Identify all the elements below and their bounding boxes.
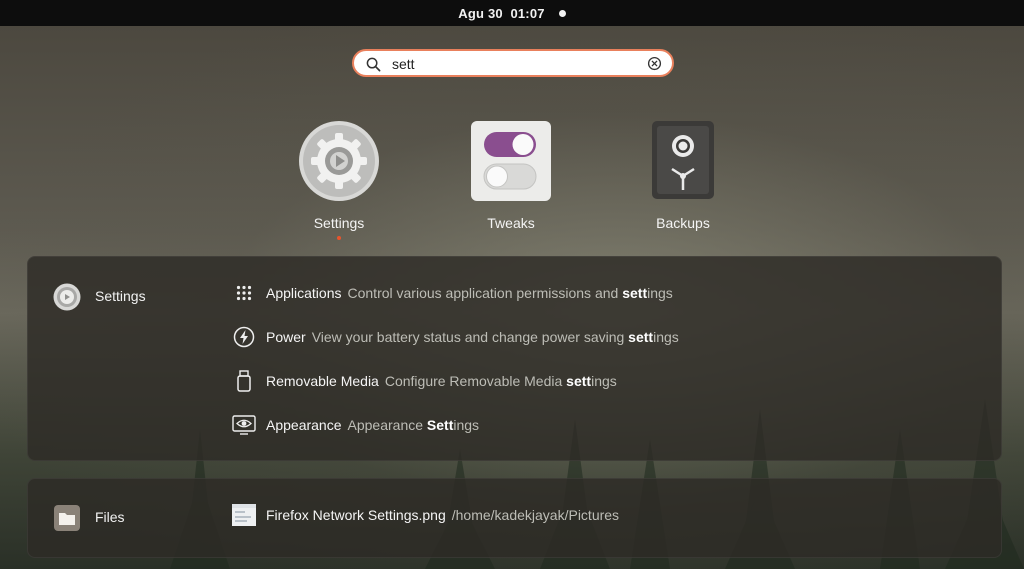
backups-safe-icon (652, 121, 714, 199)
usb-drive-icon (237, 370, 251, 392)
clear-search-icon[interactable] (647, 56, 662, 71)
clock[interactable]: Agu 30 01:07 (458, 6, 544, 21)
app-settings[interactable]: Settings (279, 120, 399, 240)
files-results-panel: Files Firefox Network Settings.png /home… (27, 478, 1002, 558)
app-tweaks[interactable]: Tweaks (451, 120, 571, 231)
folder-icon (54, 505, 80, 531)
result-title: Appearance (266, 417, 342, 433)
result-title: Firefox Network Settings.png (266, 507, 446, 523)
search-input[interactable] (392, 54, 632, 74)
result-title: Removable Media (266, 373, 379, 389)
settings-gear-icon (299, 121, 379, 201)
app-label: Tweaks (487, 215, 535, 231)
app-grid-icon (236, 285, 252, 301)
power-icon (233, 326, 255, 348)
app-backups[interactable]: Backups (623, 120, 743, 231)
result-removable-media[interactable]: Removable Media Configure Removable Medi… (232, 369, 617, 393)
result-description: View your battery status and change powe… (311, 329, 679, 345)
result-title: Power (266, 329, 306, 345)
search-icon (366, 57, 381, 72)
top-bar: Agu 30 01:07 (0, 0, 1024, 26)
provider-name: Files (95, 509, 125, 525)
result-power[interactable]: Power View your battery status and chang… (232, 325, 679, 349)
image-thumbnail-icon (232, 504, 256, 526)
search-box[interactable] (352, 49, 674, 77)
tweaks-toggle-icon (471, 121, 551, 201)
app-label: Backups (656, 215, 710, 231)
provider-name: Settings (95, 288, 146, 304)
result-description: Configure Removable Media settings (384, 373, 617, 389)
result-title: Applications (266, 285, 342, 301)
settings-results-panel: Settings Applications Control various ap… (27, 256, 1002, 461)
result-file[interactable]: Firefox Network Settings.png /home/kadek… (232, 503, 619, 527)
appearance-icon (232, 415, 256, 435)
result-description: Appearance Settings (347, 417, 480, 433)
result-applications[interactable]: Applications Control various application… (232, 281, 673, 305)
notification-dot (558, 9, 566, 17)
result-description: Control various application permissions … (347, 285, 673, 301)
app-label: Settings (313, 215, 365, 231)
settings-provider-icon (53, 283, 81, 311)
provider-files[interactable]: Files (53, 504, 125, 532)
provider-settings[interactable]: Settings (53, 283, 146, 311)
result-description: /home/kadekjayak/Pictures (451, 507, 620, 523)
running-indicator (337, 236, 341, 240)
result-appearance[interactable]: Appearance Appearance Settings (232, 413, 479, 437)
